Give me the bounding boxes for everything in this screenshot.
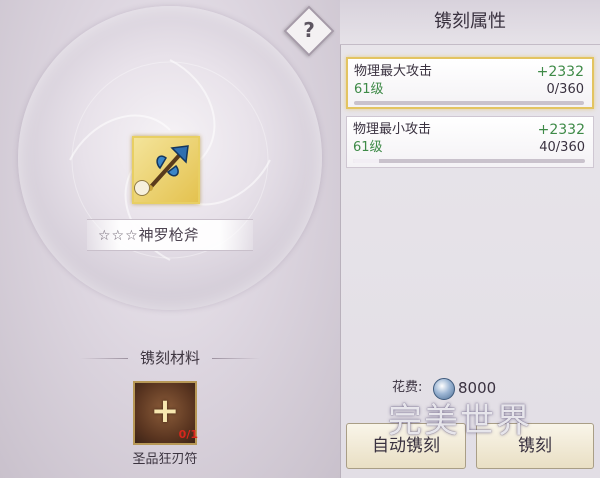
attribute-level: 61级 <box>353 140 383 155</box>
watermark-logo: 完美世界 <box>388 401 532 441</box>
attribute-card-min-attack[interactable]: 物理最小攻击 61级 +2332 40/360 <box>346 116 594 168</box>
attribute-progress-bar <box>354 101 584 105</box>
attribute-name: 物理最小攻击 <box>353 122 432 137</box>
attribute-progress: 40/360 <box>539 140 585 155</box>
left-panel: ☆☆☆神罗枪斧 镌刻材料 + 0/1 圣品狂刃符 <box>0 0 340 478</box>
plus-icon[interactable]: + <box>148 392 182 430</box>
material-name: 圣品狂刃符 <box>132 452 198 467</box>
material-count: 0/1 <box>178 428 198 441</box>
panel-title: 镌刻属性 <box>340 0 600 45</box>
attribute-progress-fill <box>353 159 379 163</box>
materials-title: 镌刻材料 <box>80 346 260 370</box>
attribute-name: 物理最大攻击 <box>354 64 433 79</box>
attribute-progress: 0/360 <box>546 82 584 97</box>
attribute-bonus: +2332 <box>536 64 584 80</box>
attribute-bonus: +2332 <box>537 122 585 138</box>
item-stars: ☆☆☆ <box>98 228 139 244</box>
bound-badge-icon <box>134 180 150 196</box>
item-name: 神罗枪斧 <box>138 226 199 244</box>
attribute-progress-bar <box>353 159 585 163</box>
attribute-level: 61级 <box>354 82 384 97</box>
attribute-card-max-attack[interactable]: 物理最大攻击 61级 +2332 0/360 <box>346 57 594 109</box>
item-name-label: ☆☆☆神罗枪斧 <box>98 223 248 247</box>
help-icon[interactable]: ? <box>296 15 322 45</box>
